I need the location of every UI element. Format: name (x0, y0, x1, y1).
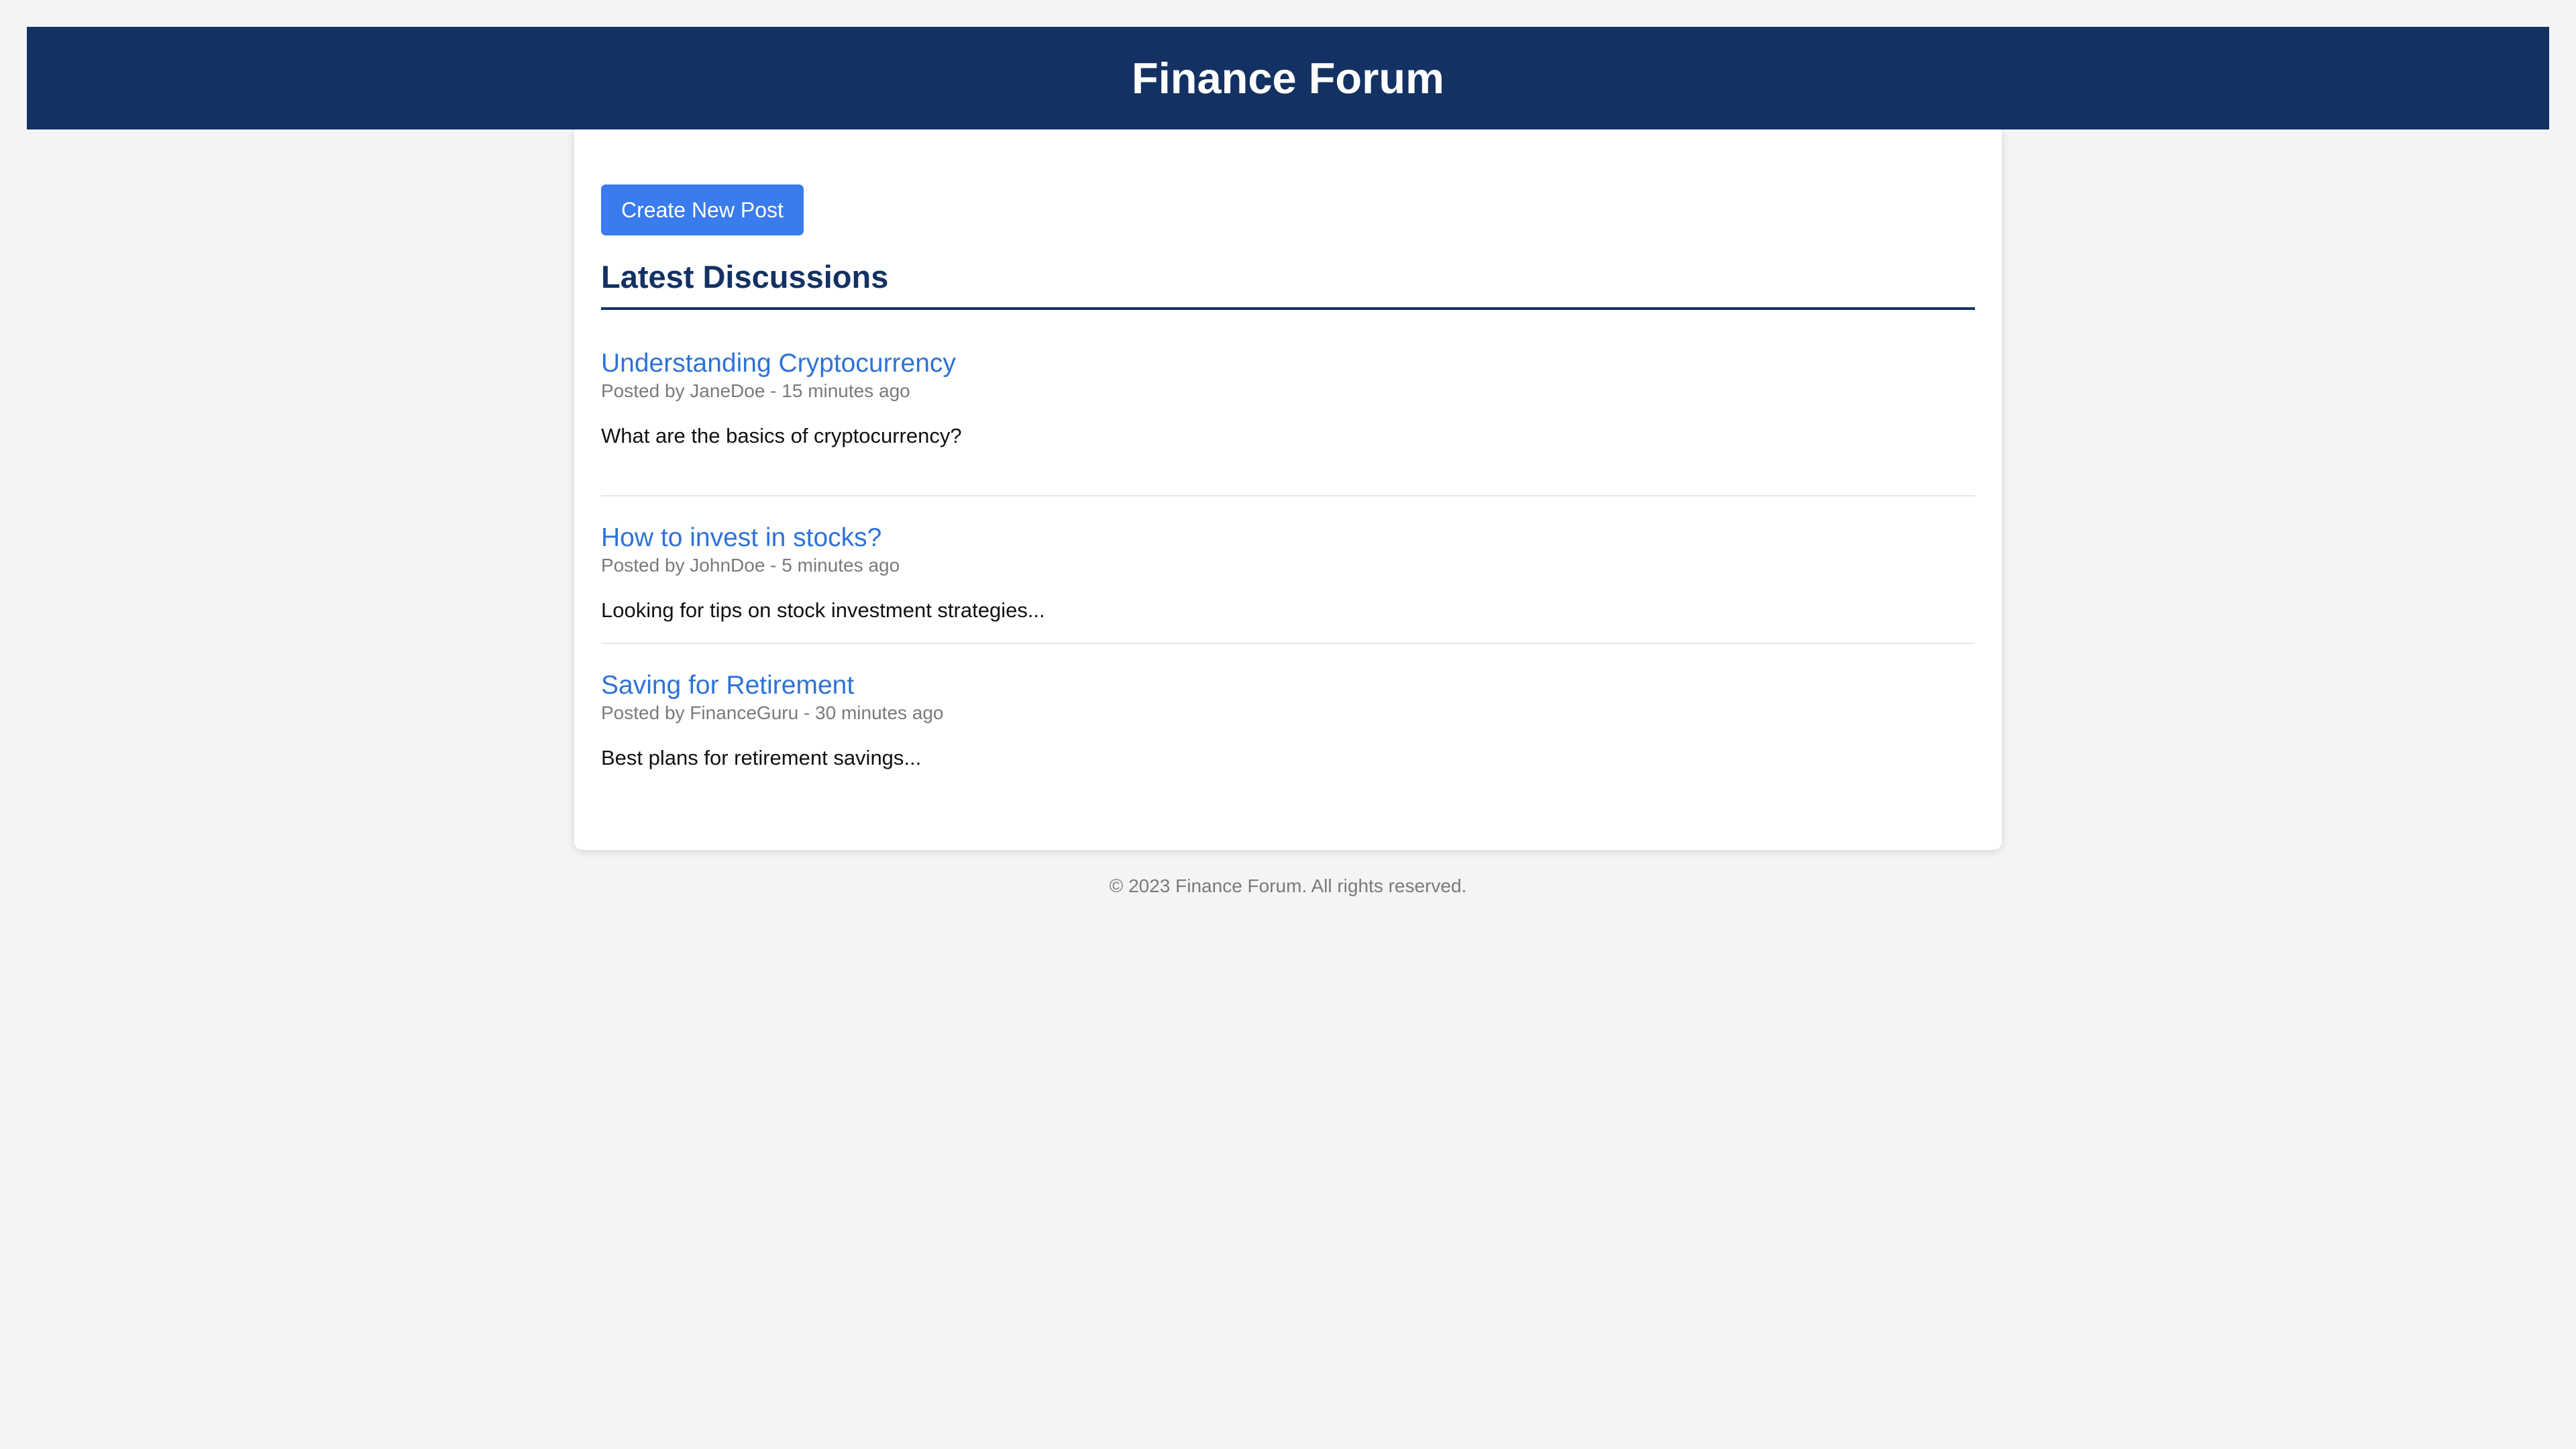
post-excerpt: Looking for tips on stock investment str… (601, 598, 1045, 622)
site-footer: © 2023 Finance Forum. All rights reserve… (0, 875, 2576, 897)
main-content-card: Create New Post Latest Discussions Under… (574, 129, 2002, 850)
post-title-link[interactable]: How to invest in stocks? (601, 523, 1975, 553)
post-meta: Posted by JaneDoe - 15 minutes ago (601, 380, 910, 401)
section-title-latest-discussions: Latest Discussions (601, 258, 1975, 310)
post-excerpt: Best plans for retirement savings... (601, 746, 922, 769)
post-title-link[interactable]: Understanding Cryptocurrency (601, 349, 1975, 378)
create-new-post-button[interactable]: Create New Post (601, 184, 804, 235)
post-item: How to invest in stocks? Posted by JohnD… (601, 496, 1975, 644)
site-header: Finance Forum (27, 27, 2549, 129)
site-title: Finance Forum (1132, 54, 1444, 103)
discussion-list: Understanding Cryptocurrency Posted by J… (601, 349, 1975, 792)
post-excerpt: What are the basics of cryptocurrency? (601, 424, 962, 447)
footer-copyright: © 2023 Finance Forum. All rights reserve… (1109, 875, 1467, 896)
post-meta: Posted by JohnDoe - 5 minutes ago (601, 555, 900, 576)
post-title-link[interactable]: Saving for Retirement (601, 671, 1975, 700)
post-meta: Posted by FinanceGuru - 30 minutes ago (601, 702, 944, 723)
post-item: Saving for Retirement Posted by FinanceG… (601, 644, 1975, 792)
post-item: Understanding Cryptocurrency Posted by J… (601, 349, 1975, 496)
